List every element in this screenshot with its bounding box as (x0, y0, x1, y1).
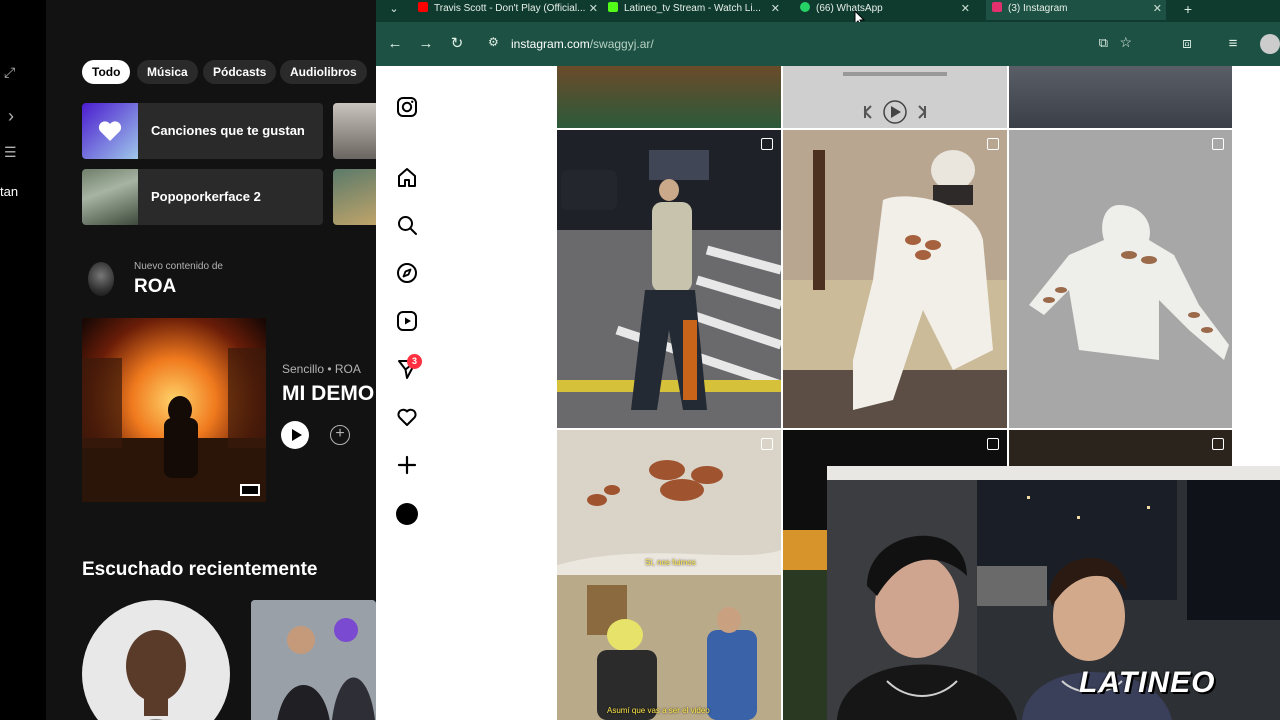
chevron-right-icon[interactable]: › (8, 106, 26, 126)
address-bar[interactable]: ⚙ instagram.com/swaggyj.ar/ ⧉ ☆ (480, 30, 1140, 58)
video-caption: Sí, nos fuimos (645, 558, 696, 567)
tab-kick-stream[interactable]: Latineo_tv Stream - Watch Li... ✕ (608, 0, 780, 20)
list-icon[interactable]: ☰ (4, 144, 22, 162)
chip-podcasts[interactable]: Pódcasts (203, 60, 277, 84)
kick-icon (608, 2, 618, 12)
reload-icon[interactable]: ↻ (447, 34, 467, 54)
tile-popoporkerface[interactable]: Popoporkerface 2 (82, 169, 323, 225)
media-controls-icon[interactable]: ≡ (1223, 34, 1243, 54)
url-host: instagram.com (511, 37, 590, 51)
instagram-sidebar: 3 (376, 66, 438, 720)
instagram-icon (992, 2, 1002, 12)
instagram-logo-icon[interactable] (396, 96, 418, 118)
close-icon[interactable]: ✕ (589, 0, 598, 18)
carousel-icon (761, 438, 773, 450)
heart-icon[interactable] (396, 406, 418, 428)
play-button[interactable] (281, 421, 309, 449)
tile-cartoon-thumb[interactable] (333, 169, 376, 225)
url-path: /swaggyj.ar/ (589, 37, 654, 51)
expand-icon[interactable]: ⤢ (4, 64, 22, 82)
tab-youtube[interactable]: Travis Scott - Don't Play (Official... ✕ (418, 0, 598, 20)
tab-title: Latineo_tv Stream - Watch Li... (624, 3, 761, 14)
tab-title: (3) Instagram (1008, 3, 1068, 14)
post-tile-video[interactable] (783, 66, 1007, 128)
cartoon-art (333, 169, 376, 225)
post-tile-video[interactable]: Sí, nos fuimos Asumí que vas a ser el vi… (557, 430, 781, 720)
url-text[interactable]: instagram.com/swaggyj.ar/ (511, 37, 654, 51)
tile-label: Canciones que te gustan (151, 123, 305, 138)
chip-audiobooks[interactable]: Audiolibros (280, 60, 367, 84)
post-video-frames (557, 430, 781, 720)
bookmark-star-icon[interactable]: ☆ (1119, 34, 1132, 51)
release-title[interactable]: MI DEMO (282, 382, 374, 406)
close-icon[interactable]: ✕ (1153, 0, 1162, 18)
chip-music[interactable]: Música (137, 60, 198, 84)
streamer-webcam-overlay: LATINEO (827, 466, 1280, 720)
close-icon[interactable]: ✕ (771, 0, 780, 18)
new-content-kicker: Nuevo contenido de (134, 261, 223, 272)
popoporkerface-art (82, 169, 138, 225)
profile-avatar[interactable] (1260, 34, 1280, 54)
tab-instagram[interactable]: (3) Instagram ✕ (986, 0, 1166, 20)
spotify-window: ⤢ › ☰ tan Todo Música Pódcasts Audiolibr… (0, 0, 376, 720)
post-tile[interactable] (1009, 66, 1232, 128)
post-tile[interactable] (557, 66, 781, 128)
section-title-recent: Escuchado recientemente (82, 559, 318, 580)
heart-icon (98, 121, 122, 141)
cover-art (82, 318, 266, 502)
tab-strip: ⌄ Travis Scott - Don't Play (Official...… (376, 0, 1280, 28)
artist-name[interactable]: ROA (134, 276, 176, 298)
tab-title: (66) WhatsApp (816, 3, 883, 14)
search-icon[interactable] (396, 214, 418, 236)
tab-title: Travis Scott - Don't Play (Official... (434, 3, 586, 14)
playlist-photo (251, 600, 376, 720)
post-tile[interactable] (1009, 130, 1232, 428)
reels-icon[interactable] (396, 310, 418, 332)
chip-all[interactable]: Todo (82, 60, 131, 84)
add-to-library-button[interactable]: + (330, 425, 350, 445)
post-tile[interactable] (783, 130, 1007, 428)
rail-label: tan (0, 184, 19, 199)
release-kicker: Sencillo • ROA (282, 362, 361, 376)
extensions-icon[interactable]: ⧈ (1177, 34, 1197, 54)
home-icon[interactable] (396, 166, 418, 188)
release-cover[interactable] (82, 318, 266, 502)
forward-icon[interactable]: → (416, 34, 436, 54)
tab-search-icon[interactable]: ⌄ (384, 0, 404, 20)
create-plus-icon[interactable] (396, 454, 418, 476)
install-app-icon[interactable]: ⧉ (1099, 35, 1108, 51)
video-caption: Asumí que vas a ser el video (607, 706, 710, 715)
post-photo-sofa (783, 130, 1007, 428)
tile-liked-songs[interactable]: Canciones que te gustan (82, 103, 323, 159)
close-icon[interactable]: ✕ (961, 0, 970, 18)
artist-avatar[interactable] (88, 262, 114, 296)
explore-compass-icon[interactable] (396, 262, 418, 284)
carousel-icon (761, 138, 773, 150)
post-photo-street (557, 130, 781, 428)
profile-avatar-icon[interactable] (396, 503, 418, 525)
streamer-logo: LATINEO (1079, 666, 1216, 699)
post-tile[interactable] (557, 130, 781, 428)
new-tab-button[interactable]: + (1178, 0, 1198, 20)
carousel-icon (987, 438, 999, 450)
recent-playlist-card[interactable] (251, 600, 376, 720)
liked-songs-art (82, 103, 138, 159)
video-player-controls (843, 72, 947, 124)
carousel-icon (1212, 138, 1224, 150)
library-rail: ⤢ › ☰ tan (0, 0, 46, 720)
back-icon[interactable]: ← (385, 34, 405, 54)
tab-whatsapp[interactable]: (66) WhatsApp ✕ (800, 0, 970, 20)
tile-playlist-thumb[interactable] (333, 103, 376, 159)
carousel-icon (987, 138, 999, 150)
carousel-icon (1212, 438, 1224, 450)
site-info-icon[interactable]: ⚙ (488, 35, 499, 49)
tile-label: Popoporkerface 2 (151, 189, 261, 204)
youtube-icon (418, 2, 428, 12)
playlist-art (333, 103, 376, 159)
notification-badge: 3 (407, 354, 422, 369)
post-photo-hoodie (1009, 130, 1232, 428)
browser-toolbar: ← → ↻ ⚙ instagram.com/swaggyj.ar/ ⧉ ☆ ⧈ … (376, 22, 1280, 66)
whatsapp-icon (800, 2, 810, 12)
play-icon (292, 429, 302, 441)
